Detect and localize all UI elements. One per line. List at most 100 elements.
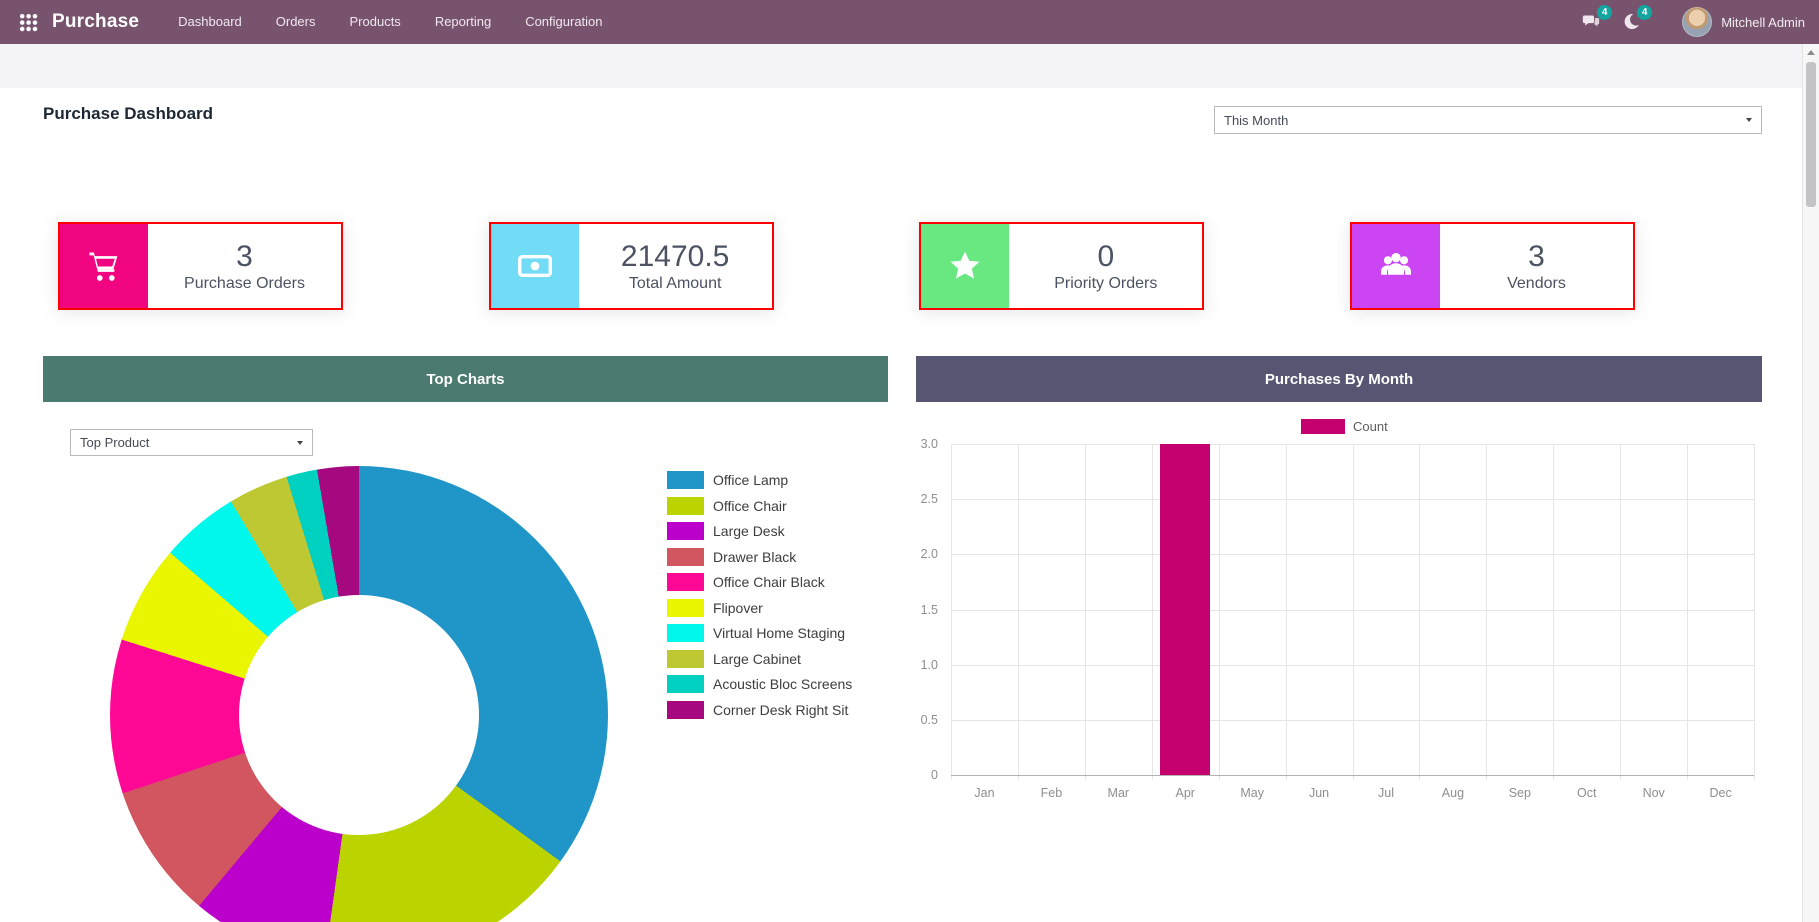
x-tick-oct: Oct	[1553, 786, 1620, 800]
gridline	[1687, 444, 1688, 780]
donut-legend-item[interactable]: Large Desk	[667, 522, 852, 541]
legend-label: Large Desk	[713, 523, 785, 539]
gridline	[951, 444, 1754, 445]
donut-legend-item[interactable]: Virtual Home Staging	[667, 624, 852, 643]
top-navbar: Purchase DashboardOrdersProductsReportin…	[0, 0, 1819, 44]
star-icon	[947, 248, 983, 284]
vertical-scrollbar[interactable]	[1802, 44, 1819, 922]
gridline	[1754, 444, 1755, 780]
kpi-label: Total Amount	[629, 275, 722, 293]
donut-legend: Office Lamp Office Chair Large Desk Drawer …	[667, 471, 852, 726]
gridline	[1152, 444, 1153, 780]
gridline	[951, 444, 952, 780]
bar-chart-x-axis: JanFebMarAprMayJunJulAugSepOctNovDec	[951, 786, 1754, 800]
x-tick-jun: Jun	[1286, 786, 1353, 800]
top-product-select[interactable]: Top Product	[70, 429, 313, 456]
legend-label: Office Chair	[713, 498, 787, 514]
user-menu[interactable]: Mitchell Admin	[1682, 7, 1805, 37]
y-tick-label: 3.0	[921, 437, 938, 451]
x-tick-dec: Dec	[1687, 786, 1754, 800]
user-name: Mitchell Admin	[1721, 15, 1805, 30]
legend-label: Office Lamp	[713, 472, 788, 488]
bar-chart-legend[interactable]: Count	[1301, 419, 1388, 434]
activities-button[interactable]: 4	[1616, 7, 1646, 37]
gridline	[1018, 444, 1019, 780]
kpi-card-total-amount[interactable]: 21470.5 Total Amount	[489, 222, 774, 310]
y-tick-label: 0	[931, 768, 938, 782]
gridline	[951, 720, 1754, 721]
y-tick-label: 1.5	[921, 603, 938, 617]
kpi-body: 3 Vendors	[1440, 224, 1633, 308]
kpi-card-purchase-orders[interactable]: 3 Purchase Orders	[58, 222, 343, 310]
bar-apr[interactable]	[1160, 444, 1210, 775]
top-menu: DashboardOrdersProductsReportingConfigur…	[161, 0, 619, 44]
legend-swatch	[667, 624, 704, 642]
app-name[interactable]: Purchase	[52, 11, 139, 33]
x-tick-mar: Mar	[1085, 786, 1152, 800]
donut-legend-item[interactable]: Office Lamp	[667, 471, 852, 490]
legend-label: Count	[1353, 419, 1388, 434]
scrollbar-thumb[interactable]	[1806, 62, 1816, 207]
legend-swatch	[1301, 419, 1345, 434]
navbar-left: Purchase DashboardOrdersProductsReportin…	[12, 0, 620, 44]
menu-item-dashboard[interactable]: Dashboard	[161, 0, 259, 44]
apps-grid-icon[interactable]	[19, 13, 38, 32]
y-tick-label: 1.0	[921, 658, 938, 672]
donut-legend-item[interactable]: Drawer Black	[667, 548, 852, 567]
donut-legend-item[interactable]: Flipover	[667, 599, 852, 618]
donut-legend-item[interactable]: Office Chair	[667, 497, 852, 516]
menu-item-reporting[interactable]: Reporting	[418, 0, 508, 44]
messages-button[interactable]: 4	[1576, 7, 1606, 37]
gridline	[951, 554, 1754, 555]
donut-chart[interactable]	[110, 466, 608, 922]
donut-legend-item[interactable]: Corner Desk Right Sit	[667, 701, 852, 720]
kpi-value: 3	[1528, 241, 1545, 273]
kpi-label: Priority Orders	[1054, 275, 1157, 293]
gridline	[951, 499, 1754, 500]
kpi-cards-row: 3 Purchase Orders 21470.5 Total Amount	[58, 222, 1635, 310]
legend-swatch	[667, 548, 704, 566]
donut-legend-item[interactable]: Acoustic Bloc Screens	[667, 675, 852, 694]
donut-legend-item[interactable]: Office Chair Black	[667, 573, 852, 592]
x-tick-feb: Feb	[1018, 786, 1085, 800]
user-avatar	[1682, 7, 1712, 37]
gridline	[1286, 444, 1287, 780]
bar-chart-plot	[951, 444, 1754, 775]
legend-swatch	[667, 497, 704, 515]
navbar-right: 4 4 Mitchell Admin	[1576, 7, 1805, 37]
kpi-value: 21470.5	[621, 241, 729, 273]
kpi-body: 21470.5 Total Amount	[579, 224, 772, 308]
kpi-icon-block	[491, 224, 579, 308]
bar-chart-y-axis: 3.02.52.01.51.00.50	[896, 444, 944, 775]
donut-legend-item[interactable]: Large Cabinet	[667, 650, 852, 669]
period-filter-value: This Month	[1224, 113, 1288, 128]
legend-swatch	[667, 650, 704, 668]
x-tick-jul: Jul	[1353, 786, 1420, 800]
kpi-icon-block	[60, 224, 148, 308]
purchases-by-month-header: Purchases By Month	[916, 356, 1762, 402]
legend-label: Corner Desk Right Sit	[713, 702, 848, 718]
period-filter-select[interactable]: This Month	[1214, 106, 1762, 134]
page-title: Purchase Dashboard	[43, 104, 213, 124]
kpi-card-vendors[interactable]: 3 Vendors	[1350, 222, 1635, 310]
kpi-value: 3	[236, 241, 253, 273]
chevron-down-icon	[297, 441, 303, 445]
menu-item-orders[interactable]: Orders	[259, 0, 333, 44]
gridline	[1620, 444, 1621, 780]
legend-swatch	[667, 599, 704, 617]
kpi-card-priority-orders[interactable]: 0 Priority Orders	[919, 222, 1204, 310]
control-panel-band	[0, 44, 1802, 88]
messages-badge: 4	[1597, 5, 1612, 20]
gridline	[1353, 444, 1354, 780]
kpi-icon-block	[1352, 224, 1440, 308]
legend-label: Drawer Black	[713, 549, 796, 565]
scroll-up-icon[interactable]	[1807, 50, 1815, 55]
menu-item-configuration[interactable]: Configuration	[508, 0, 619, 44]
legend-swatch	[667, 471, 704, 489]
x-tick-apr: Apr	[1152, 786, 1219, 800]
legend-label: Flipover	[713, 600, 763, 616]
menu-item-products[interactable]: Products	[333, 0, 418, 44]
legend-swatch	[667, 675, 704, 693]
gridline	[1486, 444, 1487, 780]
kpi-body: 3 Purchase Orders	[148, 224, 341, 308]
